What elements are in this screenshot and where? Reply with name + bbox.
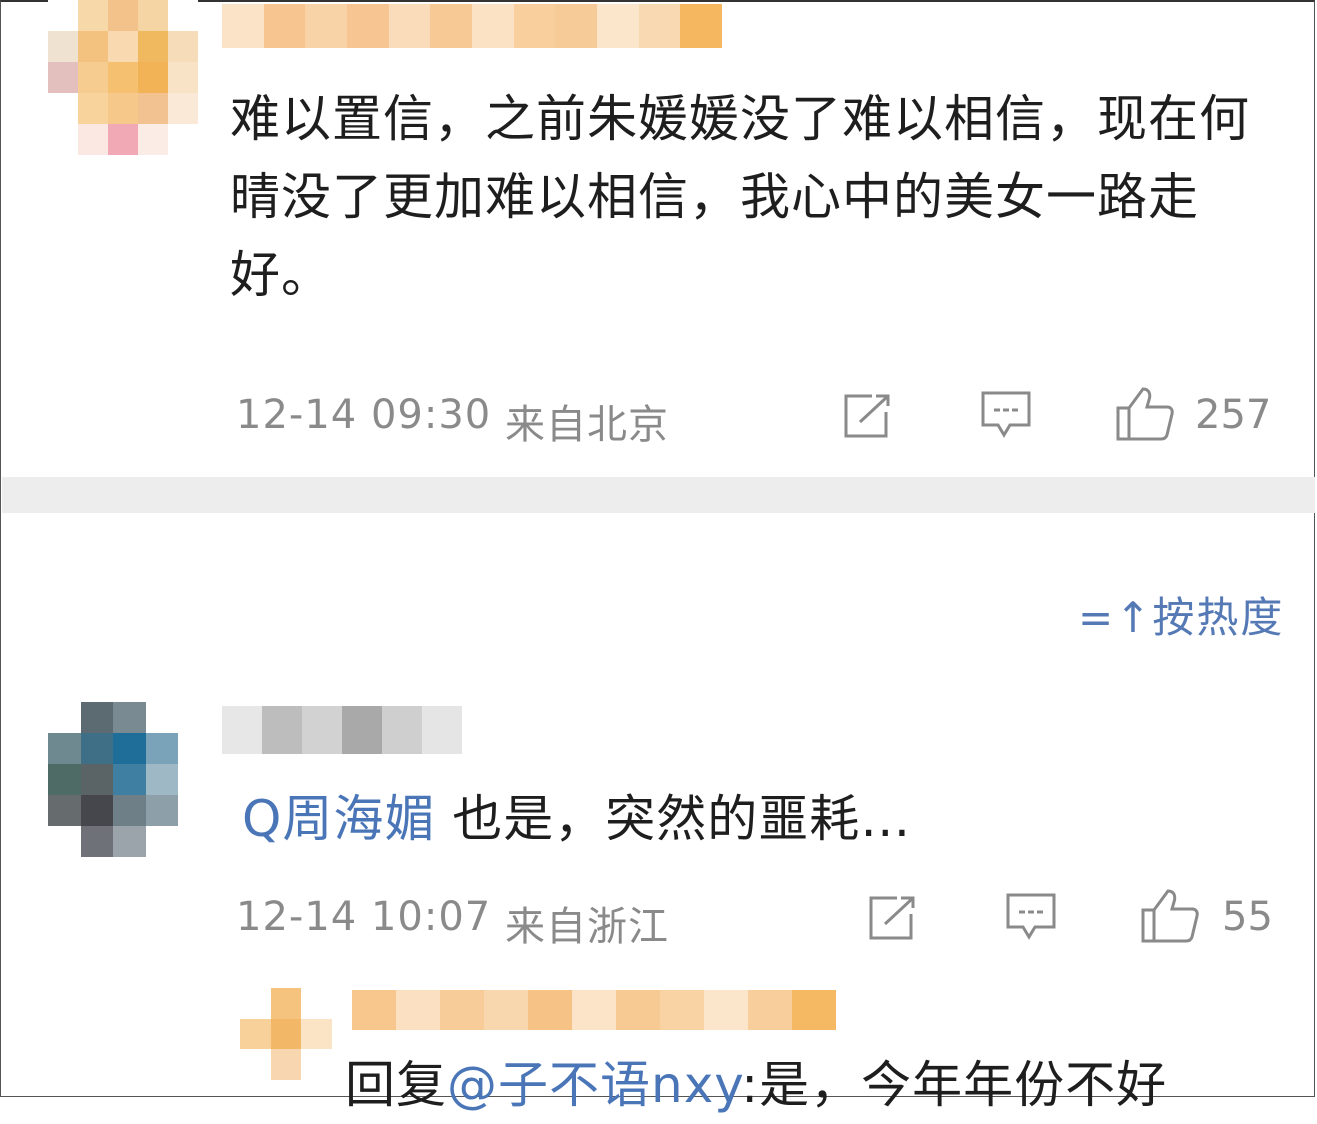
like-icon[interactable] bbox=[1115, 386, 1175, 442]
topic-link[interactable]: Q周海媚 bbox=[242, 790, 435, 848]
avatar[interactable] bbox=[48, 0, 198, 155]
comment-location: 来自浙江 bbox=[505, 904, 669, 950]
sort-label: 按热度 bbox=[1152, 593, 1285, 642]
comment-time: 12-14 09:30 bbox=[236, 392, 492, 438]
sort-by-heat-button[interactable]: =↑按热度 bbox=[1078, 584, 1284, 645]
reply-avatar[interactable] bbox=[240, 988, 332, 1080]
mention-link[interactable]: @子不语nxy bbox=[447, 1056, 741, 1114]
search-topic-icon: Q bbox=[242, 790, 283, 848]
like-icon[interactable] bbox=[1140, 888, 1200, 944]
section-divider bbox=[2, 477, 1315, 513]
comment-time: 12-14 10:07 bbox=[236, 894, 492, 940]
reply-text: 回复@子不语nxy:是，今年年份不好 bbox=[345, 1056, 1168, 1114]
username[interactable] bbox=[222, 706, 462, 754]
comment-text: 难以置信，之前朱媛媛没了难以相信，现在何晴没了更加难以相信，我心中的美女一路走好… bbox=[230, 90, 1250, 304]
comment-location: 来自北京 bbox=[505, 402, 669, 448]
comment-text: Q周海媚 也是，突然的噩耗… bbox=[242, 790, 912, 848]
comment-icon[interactable] bbox=[1005, 892, 1057, 942]
like-count: 257 bbox=[1195, 392, 1272, 438]
avatar[interactable] bbox=[48, 702, 178, 857]
comment-icon[interactable] bbox=[980, 390, 1032, 440]
reply-username[interactable] bbox=[352, 990, 836, 1030]
username[interactable] bbox=[222, 4, 722, 48]
sort-icon: =↑ bbox=[1078, 593, 1153, 642]
share-icon[interactable] bbox=[842, 392, 894, 440]
share-icon[interactable] bbox=[867, 894, 919, 942]
like-count: 55 bbox=[1222, 894, 1273, 940]
